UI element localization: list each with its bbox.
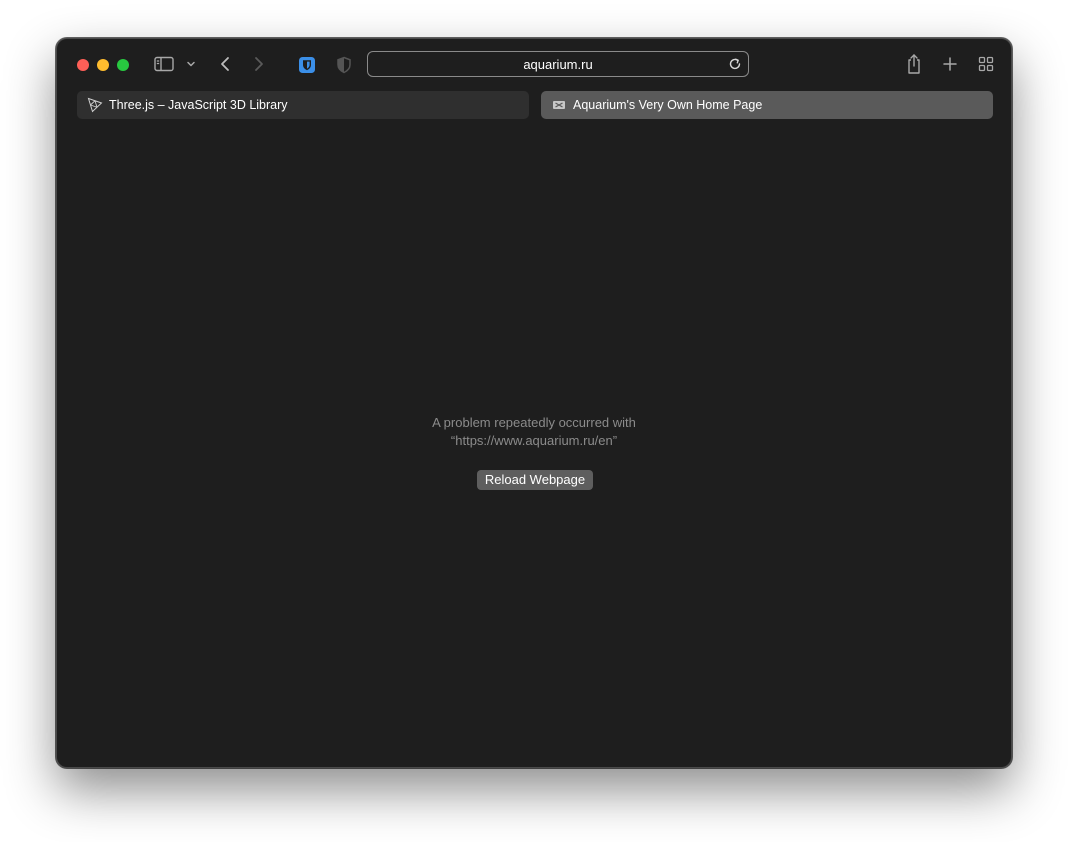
url-text: aquarium.ru — [523, 56, 593, 72]
plus-icon[interactable] — [941, 55, 959, 73]
reload-icon[interactable] — [728, 57, 742, 76]
toolbar: aquarium.ru — [57, 39, 1011, 91]
address-bar[interactable]: aquarium.ru — [367, 51, 749, 77]
tab-title: Three.js – JavaScript 3D Library — [109, 98, 288, 112]
privacy-shield-icon[interactable] — [335, 55, 353, 75]
close-window-button[interactable] — [77, 59, 89, 71]
page-content: A problem repeatedly occurred with “http… — [57, 121, 1011, 767]
sidebar-icon[interactable] — [153, 55, 175, 73]
threejs-icon — [87, 97, 103, 113]
error-message: A problem repeatedly occurred with “http… — [57, 414, 1011, 450]
tab-threejs[interactable]: Three.js – JavaScript 3D Library — [77, 91, 529, 119]
error-line-1: A problem repeatedly occurred with — [432, 415, 636, 430]
tab-aquarium[interactable]: Aquarium's Very Own Home Page — [541, 91, 993, 119]
tab-title: Aquarium's Very Own Home Page — [573, 98, 763, 112]
grid-icon[interactable] — [977, 55, 995, 73]
reload-webpage-button[interactable]: Reload Webpage — [477, 470, 593, 490]
chevron-left-icon[interactable] — [217, 55, 233, 73]
page-icon — [551, 97, 567, 113]
browser-window: aquarium.ru Three.js – JavaScript 3D Lib… — [56, 38, 1012, 768]
error-line-2: “https://www.aquarium.ru/en” — [450, 433, 618, 448]
tab-bar: Three.js – JavaScript 3D Library Aquariu… — [77, 91, 993, 119]
minimize-window-button[interactable] — [97, 59, 109, 71]
bitwarden-shield-icon[interactable] — [297, 55, 317, 75]
maximize-window-button[interactable] — [117, 59, 129, 71]
chevron-down-icon[interactable] — [185, 58, 197, 70]
chevron-right-icon[interactable] — [251, 55, 267, 73]
share-icon[interactable] — [905, 52, 923, 76]
